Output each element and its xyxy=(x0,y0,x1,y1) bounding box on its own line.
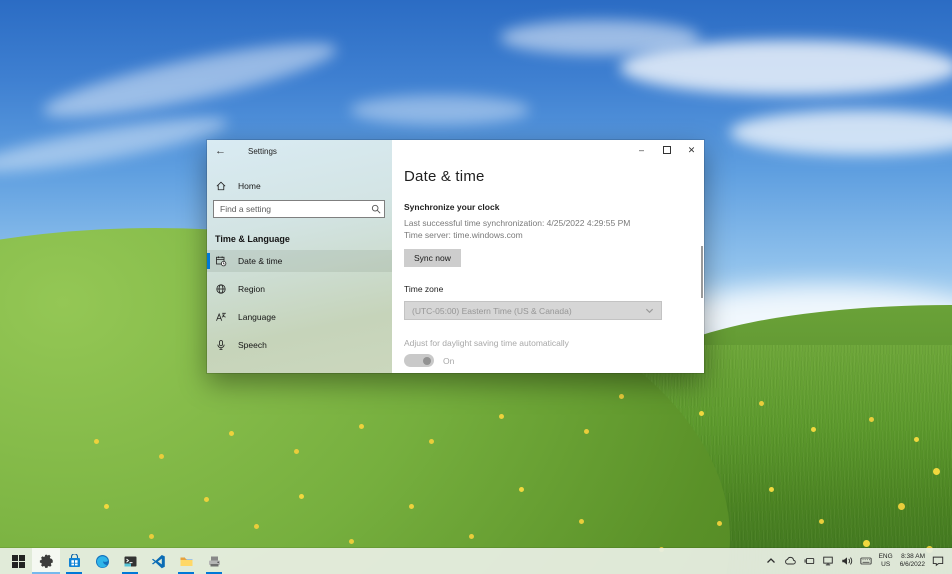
settings-window: ← Settings Home Time & Language Date & t… xyxy=(207,140,704,373)
taskbar-explorer-button[interactable] xyxy=(172,548,200,574)
language-icon xyxy=(215,311,227,323)
sync-now-button[interactable]: Sync now xyxy=(404,249,461,267)
file-explorer-icon xyxy=(179,554,194,569)
cloud xyxy=(620,40,952,95)
minimize-button[interactable]: – xyxy=(629,140,654,160)
calendar-clock-icon xyxy=(215,255,227,267)
eject-hardware-icon[interactable] xyxy=(803,555,815,567)
dst-toggle[interactable] xyxy=(404,354,434,367)
microsoft-store-icon xyxy=(67,554,82,569)
dst-label: Adjust for daylight saving time automati… xyxy=(404,338,704,348)
home-icon xyxy=(215,180,227,192)
taskbar-edge-button[interactable] xyxy=(88,548,116,574)
windows-logo-icon xyxy=(11,554,26,569)
scrollbar-thumb[interactable] xyxy=(701,246,703,298)
taskbar-store-button[interactable] xyxy=(60,548,88,574)
sidebar-section-header: Time & Language xyxy=(215,234,392,244)
timezone-label: Time zone xyxy=(404,284,704,294)
network-icon[interactable] xyxy=(822,555,834,567)
start-button[interactable] xyxy=(4,548,32,574)
toggle-knob xyxy=(423,357,431,365)
touch-keyboard-icon[interactable] xyxy=(860,555,872,567)
sidebar-item-label: Speech xyxy=(238,340,267,350)
taskbar-clock[interactable]: 8:38 AM 6/6/2022 xyxy=(900,553,925,569)
close-button[interactable]: ✕ xyxy=(679,140,704,160)
time-server-text: Time server: time.windows.com xyxy=(404,230,704,240)
terminal-icon xyxy=(123,554,138,569)
last-sync-text: Last successful time synchronization: 4/… xyxy=(404,218,704,229)
action-center-icon[interactable] xyxy=(932,555,944,567)
cloud xyxy=(350,95,530,125)
sidebar-item-label: Language xyxy=(238,312,276,322)
volume-icon[interactable] xyxy=(841,555,853,567)
search-icon[interactable] xyxy=(371,204,381,214)
hidden-icons-chevron[interactable] xyxy=(765,555,777,567)
globe-icon xyxy=(215,283,227,295)
onedrive-icon[interactable] xyxy=(784,555,796,567)
wallpaper-flowers xyxy=(0,0,3,3)
microphone-icon xyxy=(215,339,227,351)
toggle-state-label: On xyxy=(443,356,454,366)
taskbar-terminal-button[interactable] xyxy=(116,548,144,574)
settings-sidebar: ← Settings Home Time & Language Date & t… xyxy=(207,140,392,373)
sidebar-item-label: Region xyxy=(238,284,265,294)
search-input[interactable] xyxy=(213,200,385,218)
taskbar-settings-button[interactable] xyxy=(32,548,60,574)
sidebar-item-language[interactable]: Language xyxy=(207,306,392,328)
sync-section-heading: Synchronize your clock xyxy=(404,202,704,212)
system-tray: ENG US 8:38 AM 6/6/2022 xyxy=(765,548,952,574)
sidebar-item-date-time[interactable]: Date & time xyxy=(207,250,392,272)
sidebar-item-label: Home xyxy=(238,181,261,191)
sidebar-item-home[interactable]: Home xyxy=(215,176,392,196)
taskbar-vscode-button[interactable] xyxy=(144,548,172,574)
legacy-app-icon xyxy=(207,554,222,569)
timezone-selected-option: (UTC-05:00) Eastern Time (US & Canada) xyxy=(412,306,572,316)
page-title: Date & time xyxy=(404,168,704,185)
sidebar-item-region[interactable]: Region xyxy=(207,278,392,300)
taskbar: ENG US 8:38 AM 6/6/2022 xyxy=(0,548,952,574)
chevron-down-icon xyxy=(645,306,654,315)
timezone-dropdown[interactable]: (UTC-05:00) Eastern Time (US & Canada) xyxy=(404,301,662,320)
window-title: Settings xyxy=(248,147,277,156)
maximize-icon xyxy=(663,146,671,154)
maximize-button[interactable] xyxy=(654,140,679,160)
taskbar-legacy-app-button[interactable] xyxy=(200,548,228,574)
language-indicator[interactable]: ENG US xyxy=(879,553,893,569)
sidebar-item-label: Date & time xyxy=(238,256,282,266)
desktop: ← Settings Home Time & Language Date & t… xyxy=(0,0,952,574)
sidebar-item-speech[interactable]: Speech xyxy=(207,334,392,356)
edge-icon xyxy=(95,554,110,569)
back-icon[interactable]: ← xyxy=(215,145,226,157)
vscode-icon xyxy=(151,554,166,569)
settings-main-panel: – ✕ Date & time Synchronize your clock L… xyxy=(392,140,704,373)
gear-icon xyxy=(39,554,54,569)
